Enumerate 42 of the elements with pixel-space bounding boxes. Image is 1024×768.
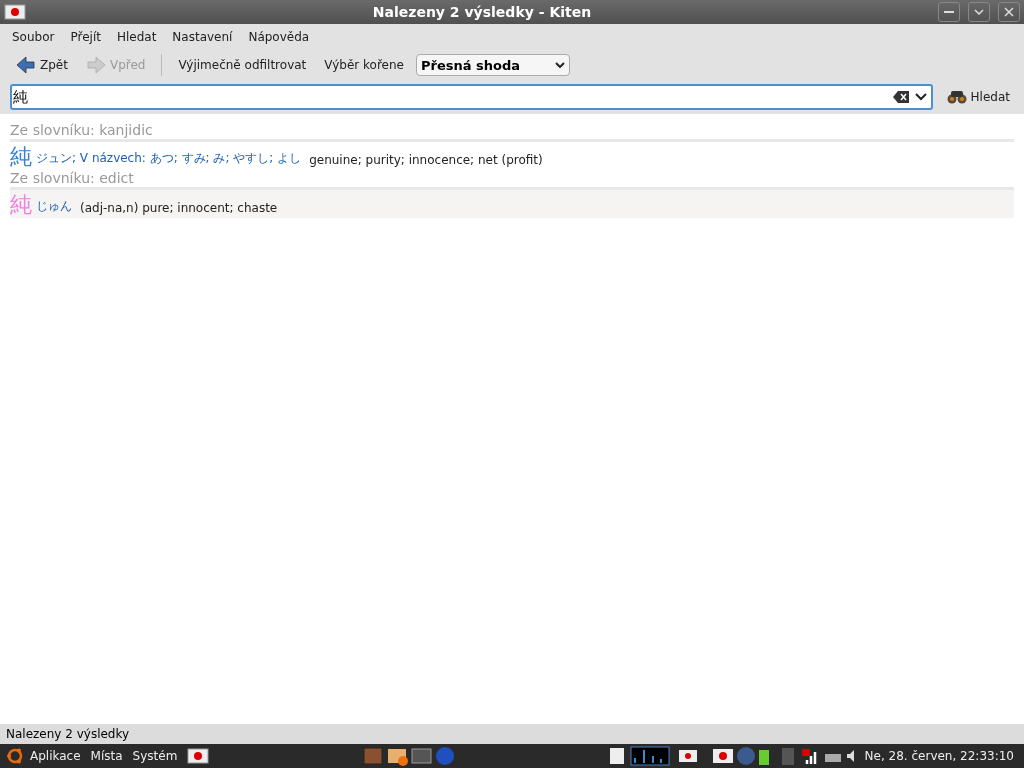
ubuntu-logo-icon[interactable] xyxy=(6,747,24,765)
window-title: Nalezeny 2 výsledky - Kiten xyxy=(371,4,593,20)
filter-button[interactable]: Výjimečně odfiltrovat xyxy=(172,56,313,74)
search-field[interactable]: 純 xyxy=(10,84,933,110)
flag-icon[interactable] xyxy=(187,748,210,764)
right-arrow-icon xyxy=(85,56,106,74)
reading: ジュン; V názvech: あつ; すみ; み; やすし; よし xyxy=(36,150,302,167)
mode-dropdown[interactable]: Přesná shoda xyxy=(415,54,570,76)
reading: じゅん xyxy=(36,198,72,215)
panel-menu[interactable]: Systém xyxy=(132,749,178,763)
root-button[interactable]: Výběr kořene xyxy=(318,56,410,74)
left-arrow-icon xyxy=(16,56,36,74)
panel-menu[interactable]: Aplikace xyxy=(30,749,81,763)
close-icon xyxy=(1004,7,1014,17)
meaning: (adj-na,n) pure; innocent; chaste xyxy=(80,201,278,215)
minimize-button[interactable] xyxy=(938,2,960,22)
maximize-button[interactable] xyxy=(968,2,990,22)
kanji: 純 xyxy=(10,144,32,170)
close-button[interactable] xyxy=(998,2,1020,22)
clock[interactable]: Ne, 28. červen, 22:33:10 xyxy=(864,749,1014,763)
minimize-icon xyxy=(944,11,954,13)
menu-item[interactable]: Nastavení xyxy=(172,30,241,44)
back-button[interactable]: Zpět xyxy=(10,54,74,76)
search-input[interactable]: 純 xyxy=(13,88,893,106)
menu-item[interactable]: Soubor xyxy=(12,30,63,44)
result-entry[interactable]: 純 じゅん (adj-na,n) pure; innocent; chaste xyxy=(10,190,1014,218)
chevron-icon[interactable] xyxy=(914,93,927,101)
menu-item[interactable]: Hledat xyxy=(116,30,165,44)
chevron-icon xyxy=(554,62,565,68)
menu-item[interactable]: Nápověda xyxy=(248,30,318,44)
clear-icon[interactable] xyxy=(892,91,909,103)
menu-item[interactable]: Přejít xyxy=(70,30,109,44)
chevron-icon xyxy=(974,9,984,15)
binoculars-icon xyxy=(946,90,967,104)
result-entry[interactable]: 純 ジュン; V názvech: あつ; すみ; み; やすし; よし genuine; purity; innocence; net (profit) xyxy=(10,142,1014,170)
search-button[interactable]: Hledat xyxy=(940,88,1016,106)
panel-menu[interactable]: Místa xyxy=(90,749,123,763)
status-text: Nalezeny 2 výsledky xyxy=(6,727,130,741)
launcher-icons-drawing[interactable] xyxy=(362,746,455,766)
kanji: 純 xyxy=(10,192,32,218)
meaning: genuine; purity; innocence; net (profit) xyxy=(309,153,543,167)
dictionary-heading: Ze slovníku: kanjidic xyxy=(10,122,1014,142)
